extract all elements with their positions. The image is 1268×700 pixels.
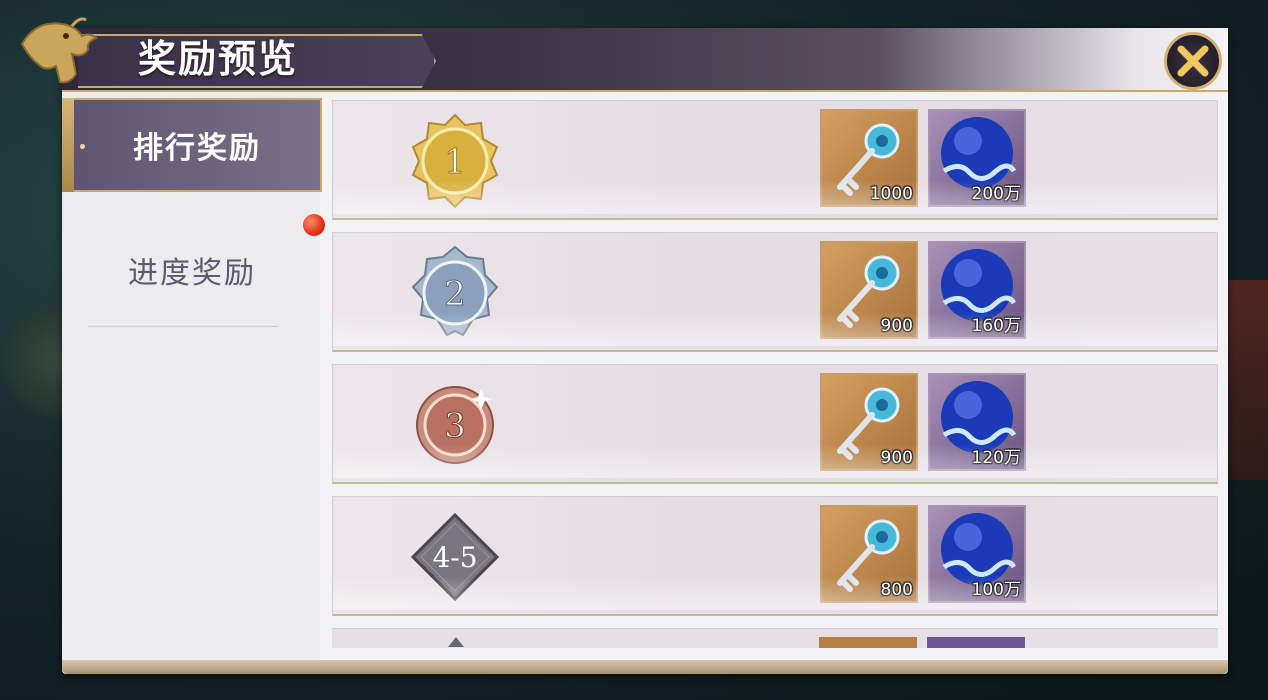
reward-item-orb[interactable]: 120万	[928, 373, 1026, 471]
reward-item-key[interactable]: 800	[820, 505, 918, 603]
tab-label: 排行奖励	[133, 131, 261, 166]
badge-partial-icon	[448, 637, 464, 647]
reward-item-orb[interactable]: 160万	[928, 241, 1026, 339]
reward-item-orb[interactable]: 100万	[928, 505, 1026, 603]
reward-quantity: 900	[880, 448, 913, 468]
panel-bottom-border	[62, 660, 1228, 674]
reward-item-orb[interactable]: 200万	[928, 109, 1026, 207]
tab-ranking-rewards[interactable]: 排行奖励	[62, 98, 322, 192]
key-icon	[837, 255, 900, 328]
key-icon	[837, 519, 900, 592]
notification-dot-icon	[303, 214, 325, 236]
reward-row: 3 900 120万	[332, 364, 1218, 484]
reward-row-partial	[332, 628, 1218, 648]
reward-quantity: 800	[880, 580, 913, 600]
reward-row: 2 900 160万	[332, 232, 1218, 352]
reward-quantity: 900	[880, 316, 913, 336]
key-icon	[837, 387, 900, 460]
blue-orb-icon	[941, 117, 1017, 189]
reward-item-key[interactable]: 1000	[820, 109, 918, 207]
tab-label: 进度奖励	[128, 256, 256, 291]
rank-text: 4-5	[432, 541, 477, 574]
tab-progress-rewards[interactable]: 进度奖励	[62, 220, 322, 320]
reward-item-key[interactable]: 900	[820, 373, 918, 471]
close-icon	[1177, 45, 1209, 77]
reward-quantity: 100万	[971, 580, 1021, 600]
diamond-badge-icon: 4-5	[410, 512, 500, 602]
reward-row: 4-5 800 100万	[332, 496, 1218, 616]
dragon-ornament-icon	[20, 17, 98, 84]
reward-quantity: 1000	[869, 184, 913, 204]
close-button[interactable]	[1164, 32, 1222, 90]
silver-medal-icon: 2	[411, 245, 499, 337]
bronze-medal-icon: 3	[416, 386, 494, 464]
reward-quantity: 120万	[971, 448, 1021, 468]
gold-medal-icon: 1	[411, 113, 499, 209]
rank-text: 1	[444, 142, 466, 182]
blue-orb-icon	[941, 381, 1017, 453]
reward-item-key-partial[interactable]	[819, 637, 917, 648]
blue-orb-icon	[941, 249, 1017, 321]
key-icon	[837, 123, 900, 196]
blue-orb-icon	[941, 513, 1017, 585]
rank-text: 3	[444, 406, 466, 446]
reward-quantity: 160万	[971, 316, 1021, 336]
rank-text: 2	[444, 274, 466, 314]
reward-item-orb-partial[interactable]	[927, 637, 1025, 648]
page-title: 奖励预览	[138, 36, 299, 81]
tab-dot	[80, 144, 85, 149]
reward-list[interactable]: 1 1000 200万 2 900 160万 3 900 120万 4-5 80…	[332, 100, 1218, 648]
sidebar-divider	[88, 326, 278, 327]
tab-edge	[62, 98, 74, 192]
reward-row: 1 1000 200万	[332, 100, 1218, 220]
reward-item-key[interactable]: 900	[820, 241, 918, 339]
reward-quantity: 200万	[971, 184, 1021, 204]
